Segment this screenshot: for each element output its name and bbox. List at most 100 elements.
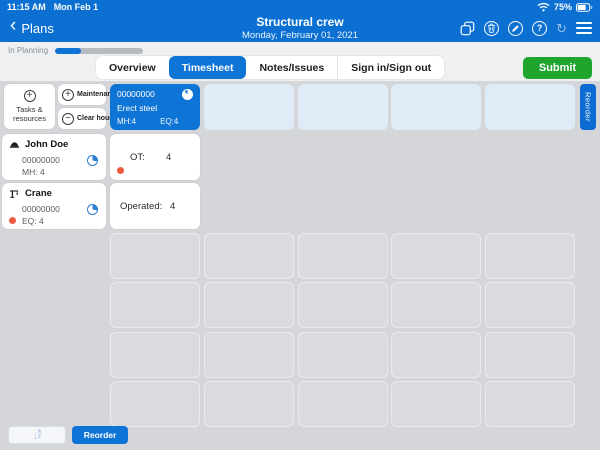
tasks-resources-label: Tasks & resources [8, 105, 52, 124]
menu-icon[interactable] [576, 22, 592, 34]
grid-cell[interactable] [110, 381, 200, 427]
grid-cell[interactable] [485, 381, 575, 427]
tab-timesheet[interactable]: Timesheet [169, 56, 247, 79]
planning-progress-fill [55, 48, 81, 54]
undefined[interactable] [391, 134, 481, 180]
grid-cell[interactable] [391, 332, 481, 378]
add-maintenance-button[interactable]: Maintenance [58, 84, 106, 105]
grid-cell[interactable] [298, 381, 388, 427]
resource-code: 00000000 [22, 204, 60, 214]
grid-cell[interactable] [391, 282, 481, 328]
tab-notes-issues[interactable]: Notes/Issues [246, 56, 337, 79]
sort-az-icon [33, 426, 42, 444]
sync-icon[interactable] [556, 22, 567, 35]
day-header-cell[interactable] [485, 84, 575, 130]
grid-cell[interactable] [204, 381, 294, 427]
undefined[interactable] [298, 134, 388, 180]
nav-actions [460, 14, 592, 42]
undefined[interactable] [298, 183, 388, 229]
status-bar: 11:15 AM Mon Feb 1 75% [0, 0, 600, 14]
entry-value: 4 [170, 201, 175, 212]
grid-cell[interactable] [204, 332, 294, 378]
back-chevron-icon [10, 18, 16, 38]
edit-icon[interactable] [508, 21, 523, 36]
undefined[interactable] [204, 183, 294, 229]
status-date: Mon Feb 1 [54, 2, 99, 12]
timesheet-grid: Tasks & resources Maintenance Clear hour… [0, 81, 600, 450]
tab-overview[interactable]: Overview [96, 56, 169, 79]
grid-cell[interactable] [391, 233, 481, 279]
task-mh-total: MH:4 [117, 117, 136, 126]
partial-hours-pie-icon [87, 204, 98, 215]
submit-button[interactable]: Submit [523, 57, 592, 79]
undefined[interactable] [485, 134, 575, 180]
crane-icon [9, 189, 20, 199]
subheader: In Planning Overview Timesheet Notes/Iss… [0, 42, 600, 81]
planning-status: In Planning [8, 46, 143, 55]
column-reorder-button[interactable]: Reorder [580, 84, 596, 130]
undefined[interactable] [204, 134, 294, 180]
task-eq-total: EQ:4 [160, 117, 178, 126]
resource-card-john-doe[interactable]: John Doe 00000000 MH: 4 [2, 134, 106, 180]
back-button[interactable]: Plans [10, 14, 54, 42]
grid-cell[interactable] [298, 233, 388, 279]
tab-bar: Overview Timesheet Notes/Issues Sign in/… [96, 56, 444, 79]
grid-cell[interactable] [110, 282, 200, 328]
undefined[interactable] [391, 183, 481, 229]
sort-button[interactable] [8, 426, 66, 444]
resource-code: 00000000 [22, 155, 60, 165]
day-header-cell[interactable] [298, 84, 388, 130]
grid-cell[interactable] [110, 332, 200, 378]
wifi-icon [537, 2, 550, 12]
grid-cell[interactable] [204, 282, 294, 328]
timesheet-entry-ot[interactable]: OT: 4 [110, 134, 200, 180]
battery-icon [576, 3, 593, 12]
task-code: 00000000 [117, 89, 155, 99]
grid-cell[interactable] [298, 282, 388, 328]
tasks-resources-button[interactable]: Tasks & resources [4, 84, 55, 129]
undefined[interactable] [485, 183, 575, 229]
resource-name: John Doe [25, 139, 68, 150]
resource-name: Crane [25, 188, 52, 199]
grid-cell[interactable] [110, 233, 200, 279]
row-reorder-button[interactable]: Reorder [72, 426, 128, 444]
planning-status-label: In Planning [8, 46, 48, 55]
app-root: 11:15 AM Mon Feb 1 75% [0, 0, 600, 450]
timesheet-entry-operated[interactable]: Operated: 4 [110, 183, 200, 229]
back-label: Plans [21, 21, 54, 36]
grid-cell[interactable] [485, 233, 575, 279]
plus-circle-icon [24, 90, 36, 102]
grid-cell[interactable] [485, 332, 575, 378]
resource-card-crane[interactable]: Crane 00000000 EQ: 4 [2, 183, 106, 229]
grid-cell[interactable] [298, 332, 388, 378]
status-time: 11:15 AM [7, 2, 46, 12]
alert-dot-icon [9, 217, 16, 224]
tab-sign-in-out[interactable]: Sign in/Sign out [337, 56, 444, 79]
clear-hours-button[interactable]: Clear hours [58, 108, 106, 129]
help-icon[interactable] [532, 21, 547, 36]
entry-value: 4 [166, 152, 171, 163]
entry-label: Operated: [120, 201, 162, 212]
partial-hours-pie-icon [87, 155, 98, 166]
copy-icon[interactable] [460, 21, 475, 36]
minus-circle-icon [62, 113, 74, 125]
grid-cell[interactable] [391, 381, 481, 427]
plus-circle-icon [62, 89, 74, 101]
task-card[interactable]: 00000000 Erect steel MH:4 EQ:4 [110, 84, 200, 130]
nav-bar: Plans Structural crew Monday, February 0… [0, 14, 600, 42]
day-header-cell[interactable] [204, 84, 294, 130]
status-right: 75% [537, 2, 593, 12]
resource-hours: MH: 4 [22, 167, 45, 177]
partial-hours-pie-icon [182, 89, 193, 100]
grid-cell[interactable] [485, 282, 575, 328]
day-header-cell[interactable] [391, 84, 481, 130]
status-left: 11:15 AM Mon Feb 1 [7, 2, 98, 12]
grid-cell[interactable] [204, 233, 294, 279]
resource-hours: EQ: 4 [22, 216, 44, 226]
delete-icon[interactable] [484, 21, 499, 36]
battery-percent: 75% [554, 2, 572, 12]
hardhat-icon [9, 140, 20, 149]
alert-dot-icon [117, 167, 124, 174]
entry-label: OT: [130, 152, 145, 163]
task-name: Erect steel [117, 103, 193, 113]
